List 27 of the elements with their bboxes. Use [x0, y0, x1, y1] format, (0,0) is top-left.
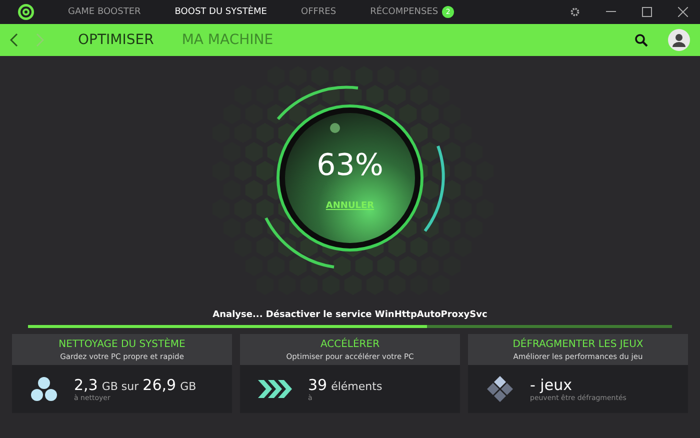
- avatar-icon[interactable]: [668, 29, 690, 51]
- stat-unit: GB: [180, 380, 196, 393]
- bubbles-icon: [30, 376, 58, 402]
- close-icon: [678, 7, 688, 17]
- nav-tab[interactable]: GAME BOOSTER: [68, 6, 141, 18]
- status-text: Analyse... Désactiver le service WinHttpAutoProxySvc: [212, 310, 488, 320]
- stat-value: 26,9: [142, 376, 176, 394]
- search-icon[interactable]: [635, 34, 648, 46]
- stat-value: - jeux: [530, 376, 572, 394]
- stat-unit: GB sur: [102, 380, 139, 393]
- nav-tab[interactable]: OFFRES: [300, 6, 336, 18]
- back-icon[interactable]: [10, 33, 18, 47]
- stat-value: 39: [308, 376, 328, 394]
- section-tab[interactable]: OPTIMISER: [78, 32, 154, 48]
- card-title: NETTOYAGE DU SYSTÈME: [58, 338, 186, 350]
- minimize-icon: [606, 11, 616, 13]
- progress-percent: 63%: [316, 148, 384, 183]
- stat-value: 2,3: [74, 376, 98, 394]
- card-title: DÉFRAGMENTER LES JEUX: [512, 338, 644, 350]
- logo-icon: [18, 4, 34, 20]
- maximize-icon: [642, 7, 652, 17]
- settings-icon: [570, 7, 580, 17]
- stat-unit: éléments: [331, 380, 382, 393]
- chevrons-icon: [258, 378, 292, 400]
- diamond-blocks-icon: [486, 375, 514, 403]
- nav-tab[interactable]: BOOST DU SYSTÈME: [174, 6, 267, 18]
- card-title: ACCÉLÉRER: [320, 338, 380, 350]
